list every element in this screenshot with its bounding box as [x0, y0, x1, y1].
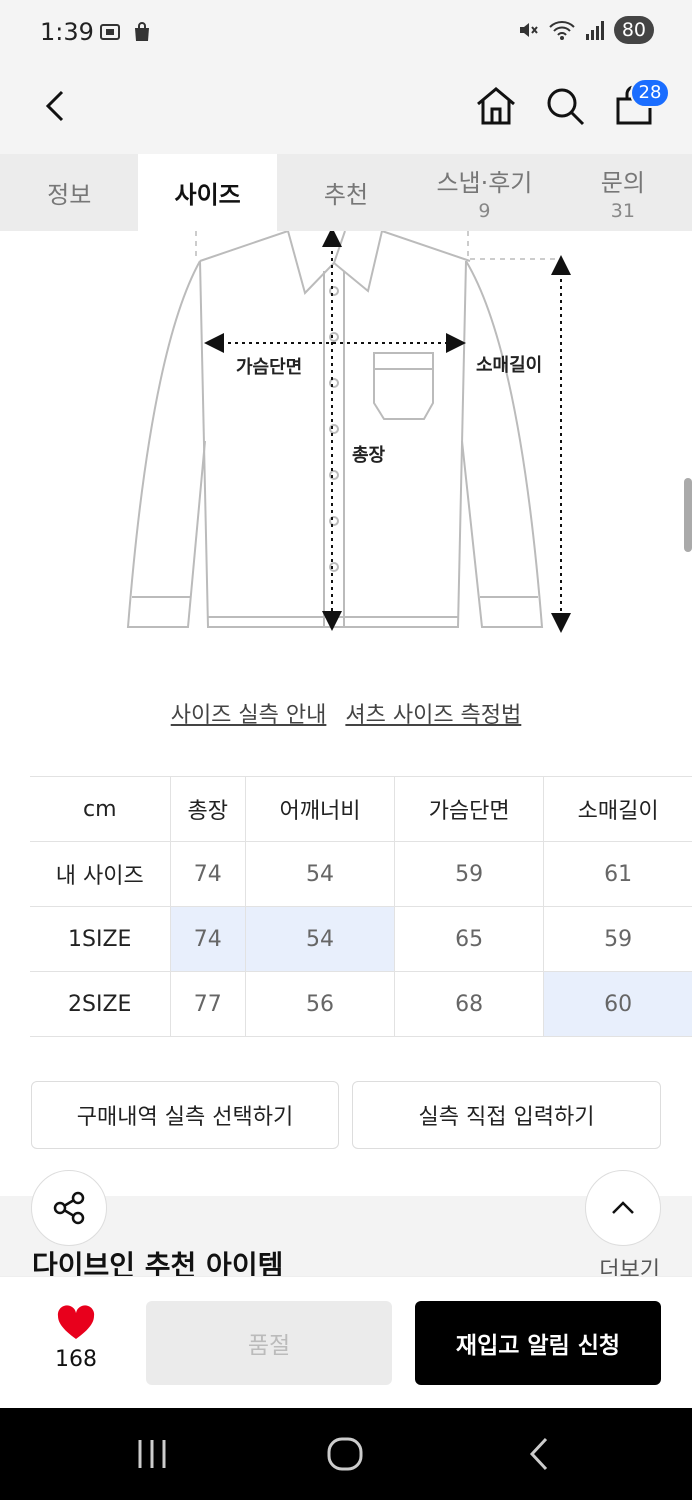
tab-label: 정보	[47, 181, 92, 209]
recommend-title: 다이브인 추천 아이템	[32, 1249, 284, 1280]
share-button[interactable]	[31, 1170, 107, 1246]
table-cell: 59	[394, 841, 544, 907]
scrollbar[interactable]	[684, 478, 692, 552]
search-icon[interactable]	[543, 84, 587, 128]
top-navbar: 28	[0, 66, 692, 154]
home-icon[interactable]	[474, 84, 518, 128]
table-header-cell: 총장	[169, 776, 246, 842]
shirt-measure-link[interactable]: 셔츠 사이즈 측정법	[345, 703, 521, 728]
tab-count: 31	[610, 200, 635, 222]
table-row: 1SIZE 74 54 65 59	[30, 906, 692, 972]
tab-label: 문의	[600, 169, 645, 197]
table-header-cell: 어깨너비	[244, 776, 395, 842]
sleeve-length-label: 소매길이	[476, 355, 543, 376]
shirt-measurement-diagram: 가슴단면 총장 소매길이	[0, 227, 692, 651]
system-navigation-bar	[0, 1408, 692, 1500]
recent-apps-icon[interactable]	[134, 1438, 170, 1470]
total-length-label: 총장	[352, 445, 386, 466]
product-tabs: 정보 사이즈 추천 스냅·후기 9 문의 31	[0, 154, 692, 231]
table-cell: 74	[169, 906, 246, 972]
tab-inquiry[interactable]: 문의 31	[554, 154, 692, 231]
tab-size[interactable]: 사이즈	[138, 154, 277, 231]
like-button[interactable]: 168	[46, 1305, 106, 1372]
purchase-history-measure-button[interactable]: 구매내역 실측 선택하기	[31, 1081, 339, 1149]
table-cell: 54	[244, 841, 395, 907]
wifi-icon	[549, 21, 575, 40]
status-right: 80	[516, 16, 654, 44]
heart-icon	[57, 1305, 95, 1339]
tab-label: 스냅·후기	[436, 169, 533, 197]
table-cell: 59	[543, 906, 692, 972]
status-left-icons	[98, 20, 154, 44]
size-guide-link[interactable]: 사이즈 실측 안내	[171, 703, 327, 728]
restock-alert-button[interactable]: 재입고 알림 신청	[415, 1301, 661, 1385]
home-nav-icon[interactable]	[326, 1436, 364, 1472]
back-icon[interactable]	[36, 86, 76, 126]
table-cell: 77	[169, 971, 246, 1037]
table-cell: 2SIZE	[30, 971, 170, 1037]
tab-count: 9	[478, 200, 491, 222]
cart-count-badge: 28	[630, 78, 670, 108]
table-cell: 68	[394, 971, 544, 1037]
table-cell: 56	[244, 971, 395, 1037]
bottom-action-bar: 168 품절 재입고 알림 신청	[0, 1276, 692, 1408]
mute-icon	[519, 23, 538, 37]
table-cell: 65	[394, 906, 544, 972]
tab-label: 추천	[323, 181, 369, 209]
table-row: 2SIZE 77 56 68 60	[30, 971, 692, 1037]
table-cell: 74	[169, 841, 246, 907]
tab-info[interactable]: 정보	[0, 154, 138, 231]
tab-snap-review[interactable]: 스냅·후기 9	[415, 154, 553, 231]
size-guide-links: 사이즈 실측 안내 셔츠 사이즈 측정법	[0, 697, 692, 729]
scroll-top-button[interactable]	[585, 1170, 661, 1246]
tab-label: 사이즈	[174, 181, 241, 209]
share-icon	[53, 1191, 85, 1225]
status-time: 1:39	[40, 18, 94, 46]
table-cell: 54	[244, 906, 395, 972]
table-cell: 내 사이즈	[30, 841, 170, 907]
table-header-cell: 가슴단면	[394, 776, 544, 842]
table-row: 내 사이즈 74 54 59 61	[30, 841, 692, 907]
signal-icon	[585, 21, 604, 40]
chevron-up-icon	[612, 1201, 634, 1214]
chest-width-label: 가슴단면	[236, 357, 303, 378]
shopping-bag-icon	[135, 22, 149, 41]
soldout-button: 품절	[146, 1301, 392, 1385]
shirt-outline-illustration	[126, 227, 571, 633]
table-cell: 60	[543, 971, 692, 1037]
status-bar: 1:39 80	[0, 0, 692, 66]
table-header-row: cm 총장 어깨너비 가슴단면 소매길이	[30, 776, 692, 842]
size-table: cm 총장 어깨너비 가슴단면 소매길이 내 사이즈 74 54 59 61 1…	[30, 776, 692, 1037]
table-header-cell: cm	[30, 776, 170, 842]
back-nav-icon[interactable]	[524, 1436, 554, 1472]
table-header-cell: 소매길이	[543, 776, 692, 842]
table-cell: 61	[543, 841, 692, 907]
table-cell: 1SIZE	[30, 906, 170, 972]
like-count: 168	[55, 1347, 97, 1372]
screenshot-icon	[100, 24, 120, 40]
battery-indicator: 80	[613, 16, 654, 44]
direct-input-measure-button[interactable]: 실측 직접 입력하기	[352, 1081, 661, 1149]
tab-recommend[interactable]: 추천	[277, 154, 415, 231]
